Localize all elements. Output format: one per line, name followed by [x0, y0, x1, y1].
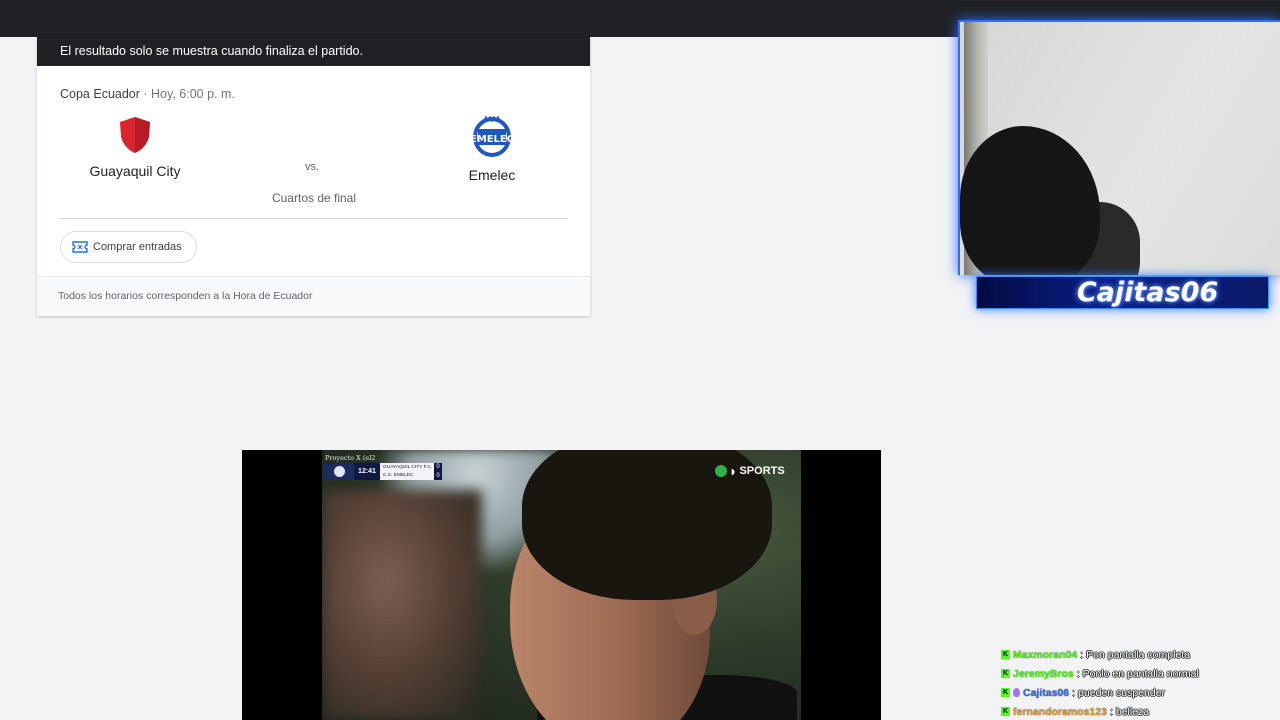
kick-badge-icon: K: [1001, 650, 1010, 659]
competition-ball-icon: [324, 463, 354, 480]
match-clock: 12:41: [354, 463, 380, 480]
stream-chat: K Maxmoran04 : Pon pantalla completa K J…: [1001, 645, 1280, 720]
video-background-tree: [322, 490, 482, 720]
timezone-footer: Todos los horarios corresponden a la Hor…: [37, 276, 590, 316]
emelec-crest-icon: EMELEC: [471, 115, 513, 157]
chat-separator: :: [1080, 648, 1084, 661]
vs-label: vs.: [305, 161, 320, 173]
home-team-name: Guayaquil City: [89, 163, 181, 179]
scorebug-away-team: C.S. EMELEC: [383, 473, 414, 479]
chat-separator: :: [1076, 667, 1080, 680]
kick-badge-icon: K: [1001, 688, 1010, 697]
chat-text: belleza: [1115, 705, 1150, 718]
video-overlay-tag: Proyecto X (el2: [325, 454, 376, 462]
chat-message: K JeremyBros : Ponlo en pantalla normal: [1001, 664, 1280, 683]
match-stage: Cuartos de final: [271, 191, 357, 205]
chat-text: Ponlo en pantalla normal: [1082, 667, 1199, 680]
scorebug-teams: GUAYAQUIL CITY F.C. C.S. EMELEC: [380, 463, 434, 480]
broadcaster-name: SPORTS: [739, 465, 785, 477]
scorebug: 12:41 GUAYAQUIL CITY F.C. C.S. EMELEC 0 …: [324, 463, 442, 480]
buy-tickets-button[interactable]: Comprar entradas: [60, 231, 197, 263]
chat-text: pueden suspender: [1078, 686, 1166, 699]
chat-username[interactable]: JeremyBros: [1013, 668, 1074, 680]
scorebug-away-score: 0: [436, 472, 440, 479]
home-team[interactable]: Guayaquil City: [60, 115, 210, 179]
match-datetime: Hoy, 6:00 p. m.: [151, 87, 235, 101]
svg-text:EMELEC: EMELEC: [471, 134, 513, 145]
kick-badge-icon: K: [1001, 669, 1010, 678]
webcam-person: [960, 126, 1100, 275]
match-video[interactable]: Proyecto X (el2 12:41 GUAYAQUIL CITY F.C…: [242, 450, 881, 720]
away-team[interactable]: EMELEC Emelec: [417, 115, 567, 183]
chat-text: Pon pantalla completa: [1086, 648, 1191, 661]
match-card: El resultado solo se muestra cuando fina…: [37, 37, 590, 316]
competition-link[interactable]: Copa Ecuador: [60, 87, 140, 101]
chat-username[interactable]: fernandoramos123: [1013, 706, 1107, 718]
webcam-feed: [958, 20, 1280, 275]
streamer-name: Cajitas06: [1076, 277, 1219, 308]
kick-badge-icon: K: [1001, 707, 1010, 716]
chat-message: K Maxmoran04 : Pon pantalla completa: [1001, 645, 1280, 664]
chat-separator: :: [1109, 705, 1113, 718]
chat-separator: :: [1072, 686, 1076, 699]
scorebug-home-team: GUAYAQUIL CITY F.C.: [383, 464, 433, 470]
broadcaster-d-icon: ◗: [729, 463, 738, 479]
result-notice: El resultado solo se muestra cuando fina…: [37, 37, 590, 66]
chat-message: K fernandoramos123 : belleza: [1001, 702, 1280, 720]
broadcaster-dot-icon: [715, 465, 727, 477]
card-divider: [58, 218, 568, 219]
away-team-name: Emelec: [468, 167, 516, 183]
match-meta: Copa Ecuador · Hoy, 6:00 p. m.: [60, 87, 235, 101]
guayaquil-city-crest-icon: [120, 117, 150, 153]
chat-message: K Cajitas06 : pueden suspender: [1001, 683, 1280, 702]
broadcaster-logo: ◗ SPORTS: [715, 463, 785, 479]
chat-username[interactable]: Maxmoran04: [1013, 649, 1077, 661]
meta-separator: ·: [139, 87, 152, 101]
buy-tickets-label: Comprar entradas: [93, 241, 182, 253]
chat-username[interactable]: Cajitas06: [1023, 687, 1069, 699]
scorebug-home-score: 0: [436, 464, 440, 471]
broadcaster-badge-icon: [1013, 688, 1020, 697]
scorebug-scores: 0 0: [434, 463, 442, 480]
video-frame: [322, 450, 801, 720]
ticket-icon: [72, 241, 88, 253]
streamer-name-banner: Cajitas06: [976, 276, 1269, 309]
